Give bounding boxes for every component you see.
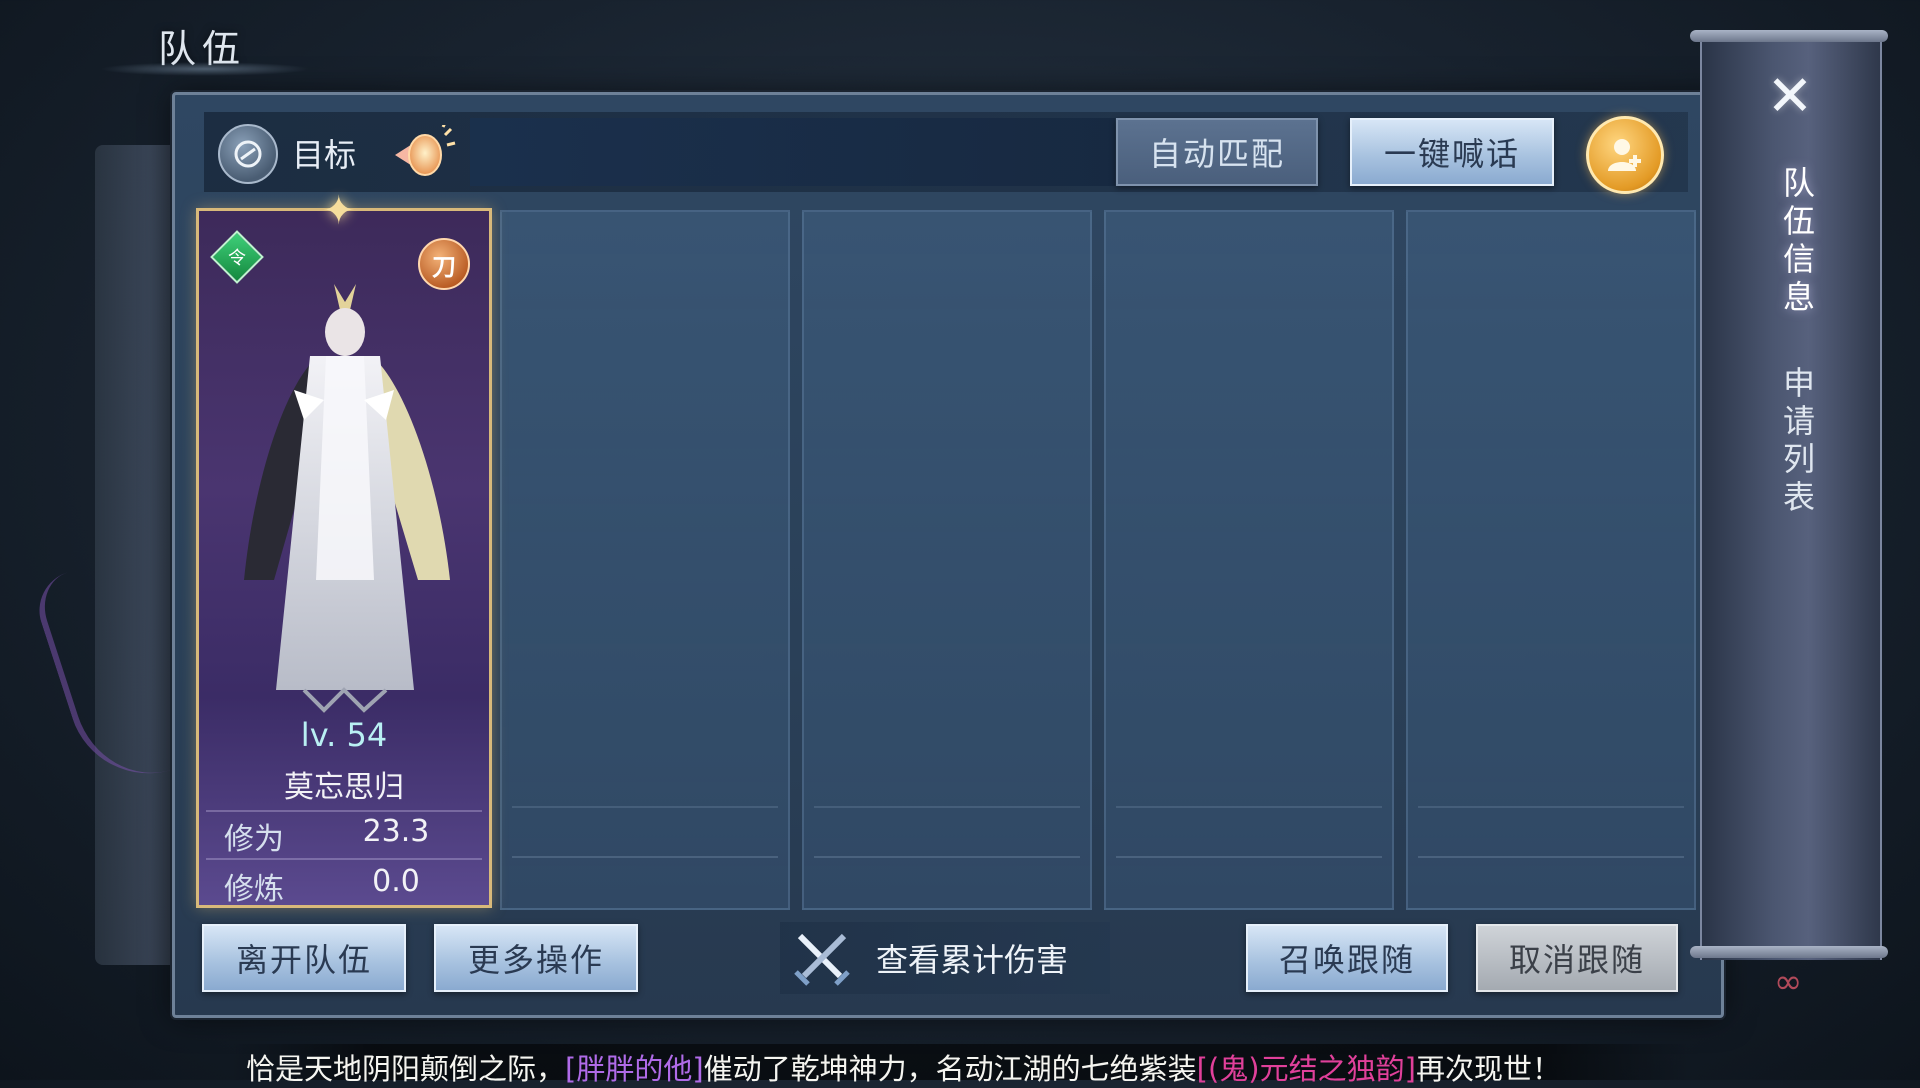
star-icon: ✦ — [322, 188, 356, 234]
cancel-follow-button[interactable]: 取消跟随 — [1476, 924, 1678, 992]
scroll-rod-top — [1690, 30, 1888, 42]
add-member-button[interactable] — [1586, 116, 1664, 194]
leave-team-button[interactable]: 离开队伍 — [202, 924, 406, 992]
horn-icon[interactable] — [384, 122, 460, 188]
stat-label-training: 修炼 — [224, 872, 284, 907]
tassel-knot: ∞ — [1774, 962, 1803, 1002]
stat-divider — [206, 810, 482, 812]
stat-divider — [206, 858, 482, 860]
auto-match-button[interactable]: 自动匹配 — [1116, 118, 1318, 186]
message-track — [470, 118, 1115, 186]
announcement-text: 恰是天地阴阳颠倒之际，[胖胖的他]催动了乾坤神力，名动江湖的七绝紫装[(鬼)元结… — [246, 1046, 1561, 1088]
character-portrait — [214, 280, 476, 720]
view-damage-button[interactable]: 查看累计伤害 — [780, 922, 1110, 994]
target-label[interactable]: 目标 — [292, 130, 356, 176]
character-figure — [244, 284, 450, 713]
team-slots — [500, 210, 1698, 910]
scroll-rod-bottom — [1690, 946, 1888, 958]
summon-follow-button[interactable]: 召唤跟随 — [1246, 924, 1448, 992]
announcement-part1: 恰是天地阴阳颠倒之际， — [246, 1052, 566, 1086]
empty-slot[interactable] — [1104, 210, 1394, 910]
stat-value-training: 0.0 — [372, 864, 420, 899]
close-icon[interactable]: ✕ — [1758, 64, 1822, 129]
title-swoosh — [100, 62, 310, 76]
empty-slot[interactable] — [802, 210, 1092, 910]
view-damage-label: 查看累计伤害 — [876, 941, 1069, 979]
announcement-player[interactable]: [胖胖的他] — [565, 1052, 704, 1086]
shout-button[interactable]: 一键喊话 — [1350, 118, 1554, 186]
more-actions-button[interactable]: 更多操作 — [434, 924, 638, 992]
horn-glyph — [395, 125, 456, 176]
tab-application-list[interactable]: 申请列表 — [1760, 366, 1820, 518]
empty-slot[interactable] — [1406, 210, 1696, 910]
member-name: 莫忘思归 — [284, 770, 404, 805]
announcement-part2: 催动了乾坤神力，名动江湖的七绝紫装 — [703, 1052, 1197, 1086]
crossed-swords-icon — [794, 933, 850, 986]
member-level: lv. 54 — [300, 716, 388, 754]
empty-slot[interactable] — [500, 210, 790, 910]
add-member-icon — [1608, 139, 1641, 171]
leader-badge-glyph: 令 — [228, 248, 246, 269]
stat-label-cultivation: 修为 — [224, 822, 284, 857]
stat-value-cultivation: 23.3 — [362, 814, 430, 849]
target-icon[interactable] — [218, 124, 278, 184]
announcement-part3: 再次现世！ — [1415, 1052, 1561, 1086]
tab-team-info[interactable]: 队伍信息 — [1760, 166, 1820, 318]
announcement-item[interactable]: [(鬼)元结之独韵] — [1197, 1052, 1416, 1086]
target-glyph — [234, 140, 262, 168]
